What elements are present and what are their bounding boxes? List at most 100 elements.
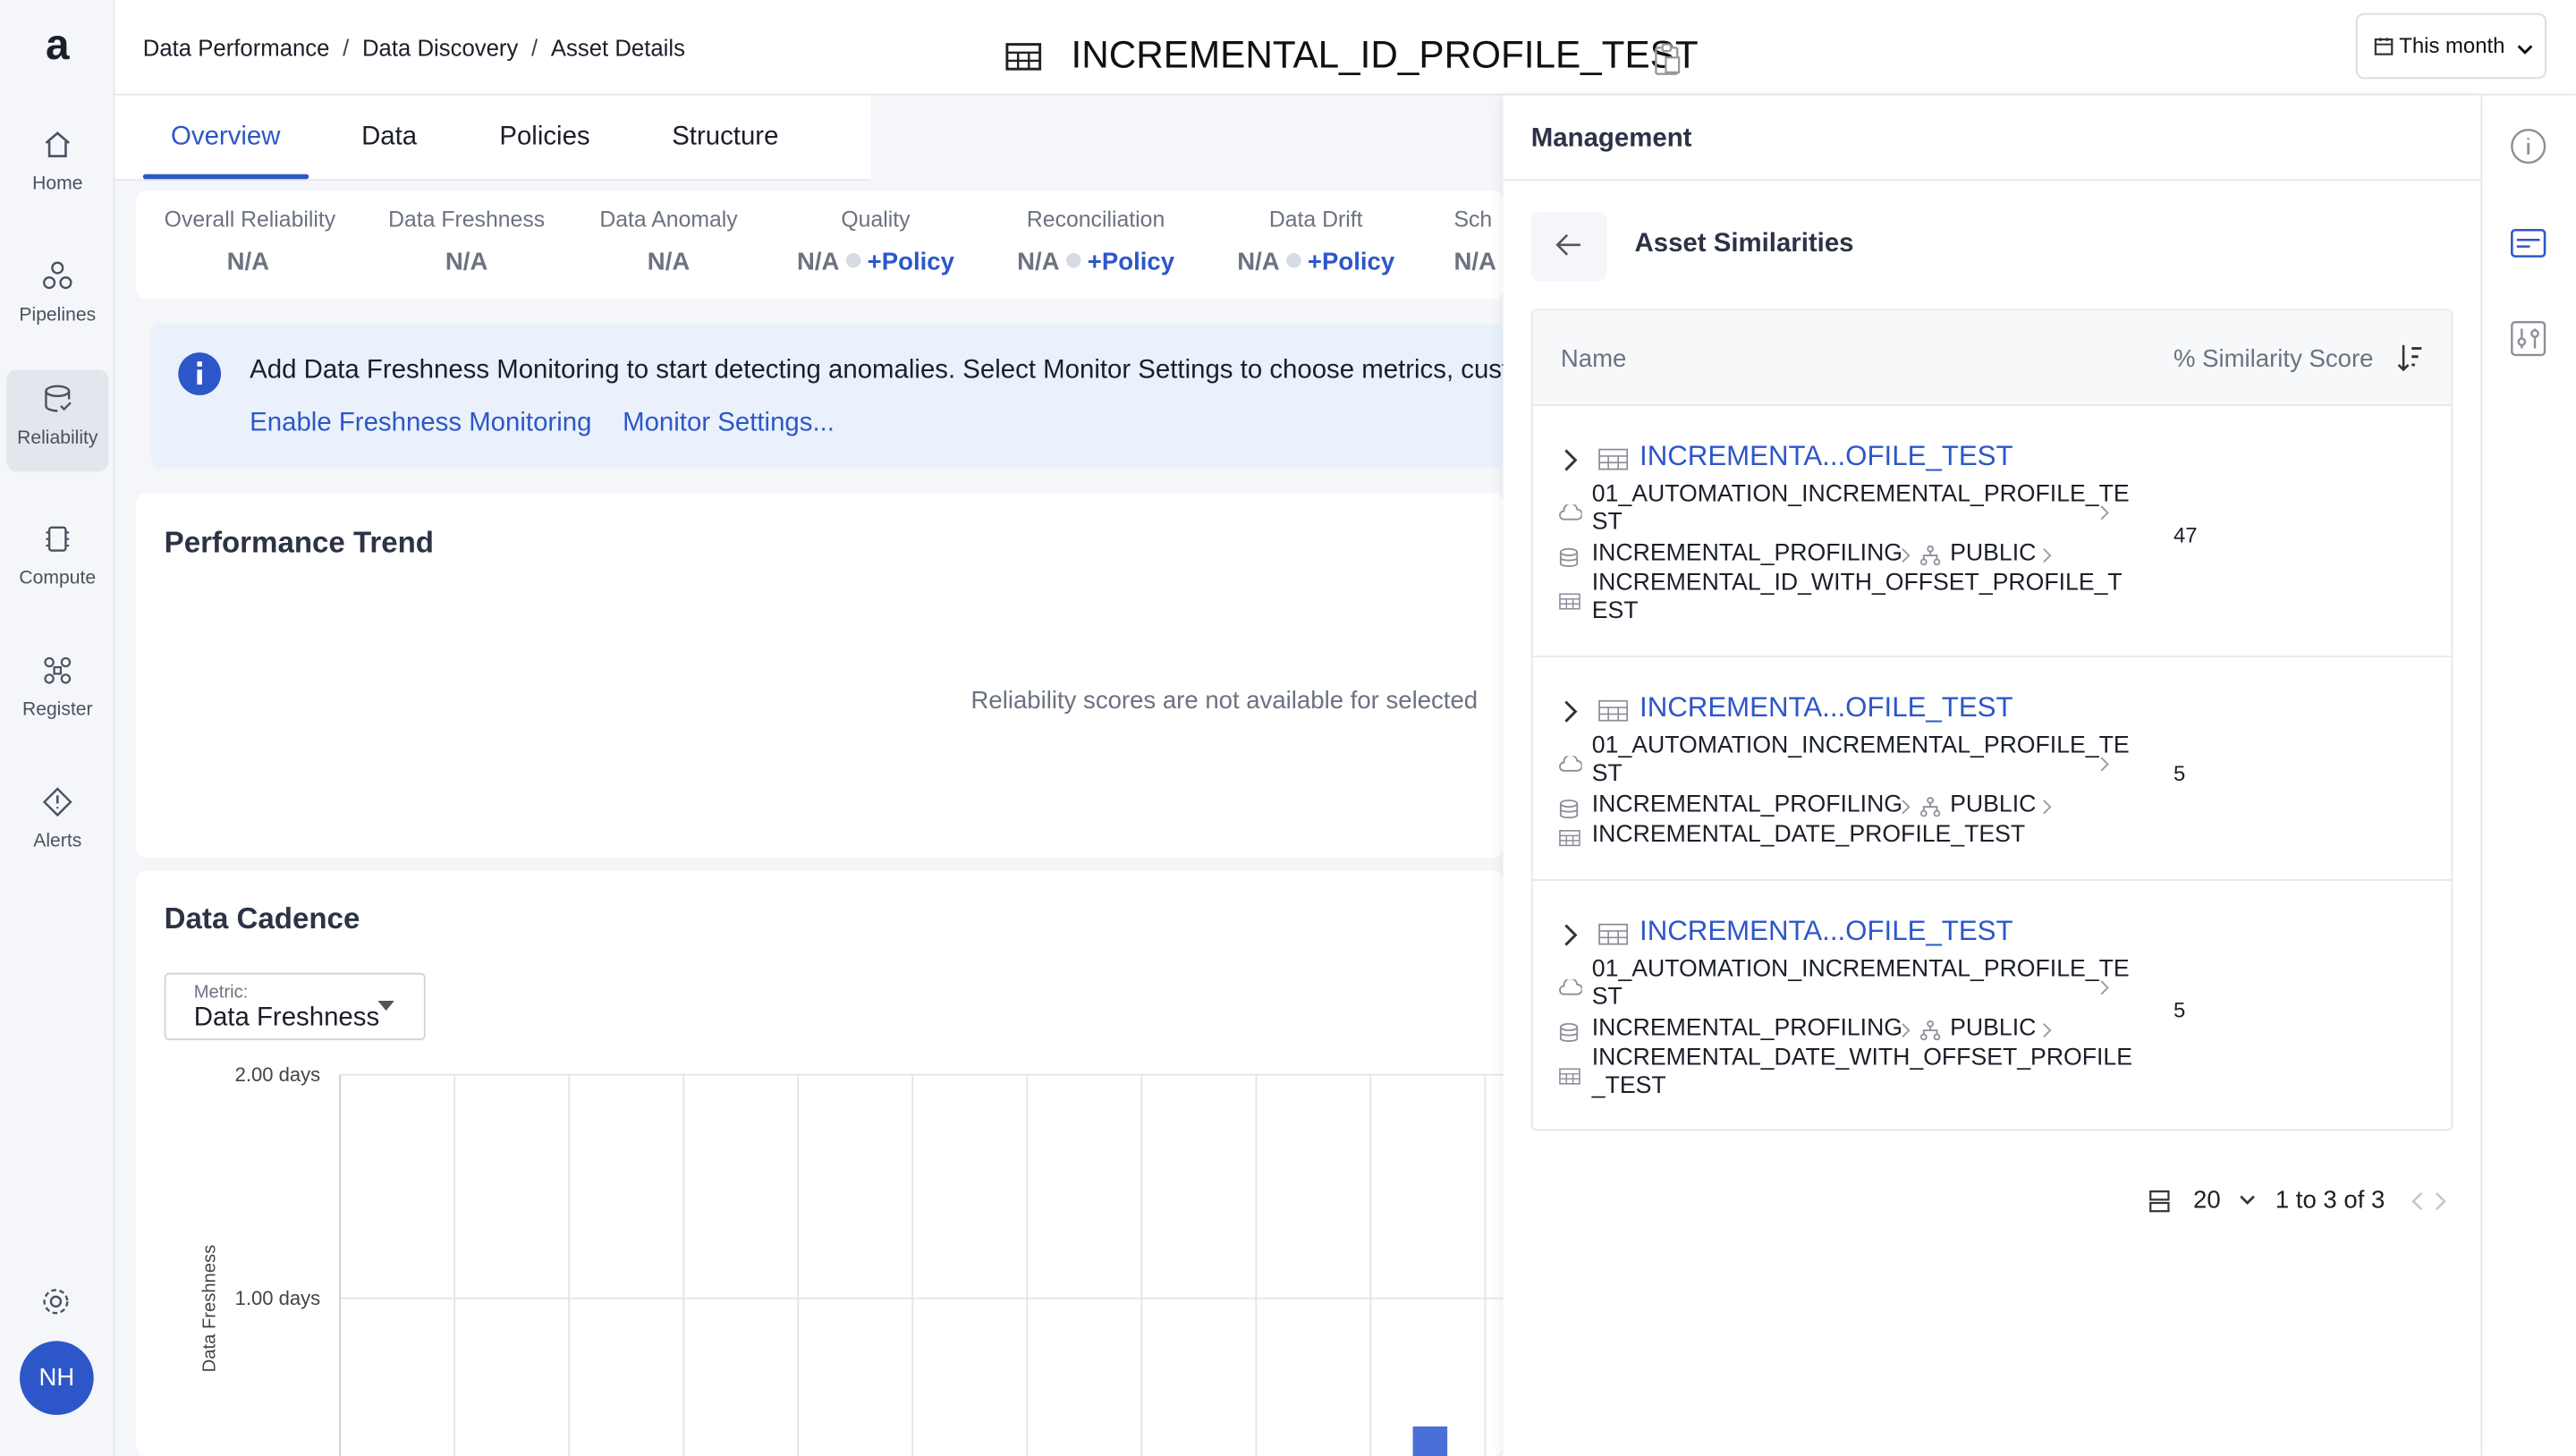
metric-label: Sch — [1453, 207, 1493, 233]
chevron-down-icon[interactable] — [2239, 1195, 2255, 1206]
app-logo[interactable]: a — [0, 20, 115, 71]
chevron-right-icon — [1902, 1023, 1911, 1038]
copy-clipboard-icon[interactable] — [1653, 43, 1682, 76]
metric-label: Data Freshness — [388, 207, 546, 233]
nav-label-compute: Compute — [19, 568, 97, 588]
add-policy-link-data-drift[interactable]: +Policy — [1308, 248, 1394, 275]
metric-select-label: Metric: — [193, 982, 249, 1003]
freshness-info-banner: Add Data Freshness Monitoring to start d… — [150, 323, 1504, 469]
nav-item-compute[interactable]: Compute — [6, 510, 108, 612]
performance-trend-title: Performance Trend — [164, 526, 435, 559]
schema-name: PUBLIC — [1950, 540, 2037, 567]
table-name: INCREMENTAL_DATE_PROFILE_TEST — [1591, 821, 2026, 849]
chevron-right-icon[interactable] — [1563, 700, 1579, 724]
tab-overview[interactable]: Overview — [171, 123, 280, 153]
top-bar: Data Performance / Data Discovery / Asset De… — [114, 0, 2576, 96]
page-size-select[interactable]: 20 — [2193, 1187, 2221, 1215]
similar-asset-link[interactable]: INCREMENTA...OFILE_TEST — [1640, 915, 2013, 948]
performance-trend-card: Performance Trend Reliability scores are… — [136, 493, 1504, 859]
metric-label: Reconciliation — [1026, 207, 1165, 233]
similar-asset-link[interactable]: INCREMENTA...OFILE_TEST — [1640, 440, 2013, 473]
schema-icon — [1920, 546, 1941, 566]
schema-name: PUBLIC — [1950, 1015, 2037, 1042]
page-title: INCREMENTAL_ID_PROFILE_TEST — [1071, 32, 1699, 76]
column-header-name[interactable]: Name — [1561, 345, 1626, 373]
nav-item-home[interactable]: Home — [6, 115, 108, 217]
metric-select[interactable]: Metric: Data Freshness — [164, 972, 426, 1041]
tab-structure[interactable]: Structure — [672, 123, 778, 153]
nav-item-register[interactable]: Register — [6, 641, 108, 743]
database-name: INCREMENTAL_PROFILING — [1591, 791, 1903, 819]
info-icon[interactable] — [2510, 128, 2546, 165]
metric-label: Data Drift — [1268, 207, 1363, 233]
data-source-name: 01_AUTOMATION_INCREMENTAL_PROFILE_TEST — [1591, 481, 2130, 537]
tab-policies[interactable]: Policies — [499, 123, 589, 153]
database-icon — [1559, 1022, 1579, 1042]
nav-label-alerts: Alerts — [33, 831, 82, 851]
metric-value: N/A — [1453, 248, 1496, 276]
breadcrumb-data-performance[interactable]: Data Performance — [143, 35, 330, 61]
user-avatar[interactable]: NH — [20, 1341, 94, 1416]
settings-gear-icon[interactable] — [39, 1285, 72, 1318]
sliders-icon[interactable] — [2510, 320, 2546, 357]
chevron-right-icon[interactable] — [1563, 924, 1579, 947]
chevron-right-icon[interactable] — [1563, 449, 1579, 472]
banner-message: Add Data Freshness Monitoring to start d… — [250, 356, 1504, 385]
reliability-icon — [45, 385, 72, 412]
metric-value: N/A — [445, 248, 488, 276]
chart-bar — [1412, 1426, 1448, 1456]
back-button[interactable] — [1530, 212, 1607, 282]
database-icon — [1559, 799, 1579, 819]
enable-freshness-monitoring-link[interactable]: Enable Freshness Monitoring — [250, 410, 591, 439]
previous-page-icon[interactable] — [2410, 1191, 2425, 1211]
tab-data[interactable]: Data — [361, 123, 417, 153]
column-header-similarity[interactable]: % Similarity Score — [2174, 345, 2374, 373]
nav-item-reliability[interactable]: Reliability — [6, 369, 109, 472]
status-dot — [1065, 252, 1081, 268]
metric-data-anomaly: Data Anomaly N/A — [598, 207, 740, 276]
table-row[interactable]: INCREMENTA...OFILE_TEST 01_AUTOMATION_IN… — [1532, 406, 2452, 657]
right-rail — [2482, 95, 2576, 1456]
rows-per-page-icon — [2149, 1190, 2170, 1213]
table-icon — [1559, 593, 1580, 610]
table-name: INCREMENTAL_DATE_WITH_OFFSET_PROFILE_TES… — [1591, 1045, 2133, 1100]
metric-reconciliation: Reconciliation N/A +Policy — [1009, 207, 1183, 276]
monitor-settings-link[interactable]: Monitor Settings... — [623, 410, 835, 439]
nav-item-alerts[interactable]: Alerts — [6, 773, 108, 875]
breadcrumb-separator: / — [343, 34, 350, 61]
nav-item-pipelines[interactable]: Pipelines — [6, 247, 108, 349]
chevron-right-icon — [2043, 800, 2052, 815]
next-page-icon[interactable] — [2433, 1191, 2448, 1211]
schema-icon — [1920, 797, 1941, 817]
card-icon[interactable] — [2510, 228, 2546, 258]
data-cadence-card: Data Cadence Metric: Data Freshness Data… — [136, 870, 1504, 1456]
y-tick-label-1: 1.00 days — [235, 1287, 321, 1309]
data-source-name: 01_AUTOMATION_INCREMENTAL_PROFILE_TEST — [1591, 732, 2130, 788]
drawer-header: Management — [1503, 96, 2483, 182]
add-policy-link-reconciliation[interactable]: +Policy — [1088, 248, 1174, 275]
date-range-button[interactable]: This month — [2355, 13, 2546, 80]
add-policy-link-quality[interactable]: +Policy — [868, 248, 954, 275]
active-tab-indicator — [142, 174, 309, 180]
page-info: 1 to 3 of 3 — [2275, 1186, 2385, 1215]
left-nav: a Home Pipelines Reliability Compute Reg… — [0, 0, 115, 1456]
cloud-icon — [1559, 979, 1582, 995]
table-row[interactable]: INCREMENTA...OFILE_TEST 01_AUTOMATION_IN… — [1532, 657, 2452, 881]
asset-similarities-title: Asset Similarities — [1634, 230, 1854, 258]
sort-descending-icon[interactable] — [2397, 343, 2423, 373]
y-tick-label-2: 2.00 days — [235, 1063, 321, 1086]
status-dot — [845, 252, 861, 268]
status-dot — [1286, 252, 1301, 268]
empty-state-message: Reliability scores are not available for… — [970, 687, 1479, 715]
similar-asset-link[interactable]: INCREMENTA...OFILE_TEST — [1640, 692, 2013, 725]
metric-data-drift: Data Drift N/A +Policy — [1229, 207, 1403, 276]
breadcrumb: Data Performance / Data Discovery / Asset De… — [143, 35, 685, 61]
chevron-right-icon — [2043, 1023, 2052, 1038]
chevron-right-icon — [2100, 505, 2109, 521]
drawer-title: Management — [1530, 124, 1692, 153]
breadcrumb-data-discovery[interactable]: Data Discovery — [362, 35, 518, 61]
table-row[interactable]: INCREMENTA...OFILE_TEST 01_AUTOMATION_IN… — [1533, 881, 2452, 1129]
register-icon — [44, 656, 72, 684]
caret-down-icon — [377, 1001, 394, 1012]
metric-value: N/A — [647, 248, 691, 276]
